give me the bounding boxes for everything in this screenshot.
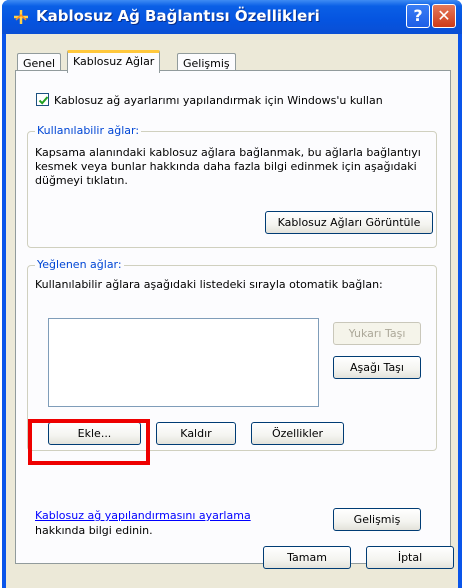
- cancel-button[interactable]: İptal: [366, 546, 454, 569]
- available-networks-group: Kullanılabilir ağlar: Kapsama alanındaki…: [27, 124, 437, 248]
- available-networks-legend: Kullanılabilir ağlar:: [35, 124, 142, 137]
- learn-more-suffix: hakkında bilgi edinin.: [35, 524, 153, 537]
- title-bar[interactable]: Kablosuz Ağ Bağlantısı Özellikleri ? ✕: [2, 0, 462, 34]
- move-down-button[interactable]: Aşağı Taşı: [333, 356, 421, 379]
- network-connection-icon: [12, 8, 30, 26]
- use-windows-label[interactable]: Kablosuz ağ ayarlarımı yapılandırmak içi…: [54, 94, 383, 107]
- use-windows-checkbox[interactable]: [36, 93, 49, 106]
- add-button-highlight: [28, 419, 150, 465]
- learn-more-link[interactable]: Kablosuz ağ yapılandırmasını ayarlama: [35, 509, 251, 522]
- preferred-networks-list[interactable]: [48, 318, 319, 407]
- window-title: Kablosuz Ağ Bağlantısı Özellikleri: [36, 7, 320, 25]
- ok-button[interactable]: Tamam: [263, 546, 351, 569]
- available-networks-description: Kapsama alanındaki kablosuz ağlara bağla…: [35, 146, 421, 187]
- close-button[interactable]: ✕: [432, 4, 456, 28]
- remove-button[interactable]: Kaldır: [156, 422, 236, 445]
- advanced-button[interactable]: Gelişmiş: [333, 508, 421, 531]
- properties-button[interactable]: Özellikler: [251, 422, 344, 445]
- view-wireless-networks-button[interactable]: Kablosuz Ağları Görüntüle: [265, 211, 433, 234]
- dialog-client-area: Genel Kablosuz Ağlar Gelişmiş Kablosuz a…: [6, 34, 458, 588]
- tab-page: Kablosuz ağ ayarlarımı yapılandırmak içi…: [15, 70, 451, 564]
- preferred-networks-description: Kullanılabilir ağlara aşağıdaki listedek…: [35, 278, 383, 291]
- properties-window: Kablosuz Ağ Bağlantısı Özellikleri ? ✕ G…: [2, 0, 462, 588]
- tab-kablosuz-aglar[interactable]: Kablosuz Ağlar: [67, 50, 161, 73]
- preferred-networks-legend: Yeğlenen ağlar:: [35, 258, 124, 271]
- help-button[interactable]: ?: [406, 4, 430, 28]
- check-icon: [38, 96, 49, 105]
- move-up-button[interactable]: Yukarı Taşı: [333, 322, 421, 345]
